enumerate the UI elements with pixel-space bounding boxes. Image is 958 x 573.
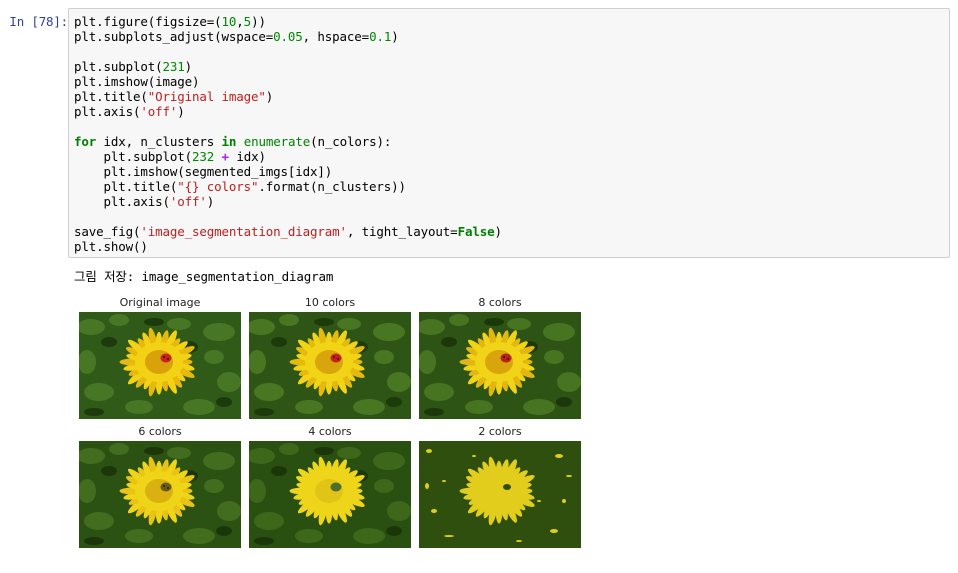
code-token: 10 <box>221 14 237 29</box>
code-editor[interactable]: plt.figure(figsize=(10,5)) plt.subplots_… <box>74 14 502 254</box>
image-6-colors <box>79 441 241 548</box>
image-10-colors <box>249 312 411 419</box>
code-token: ) <box>391 29 399 44</box>
code-token: ) <box>184 59 193 74</box>
code-line: plt.axis('off') <box>74 194 215 209</box>
subplot-title: 10 colors <box>304 296 356 309</box>
subplot-title: 8 colors <box>478 296 522 309</box>
code-token: plt.imshow(segmented_imgs[idx]) <box>74 164 333 179</box>
code-token: ) <box>494 224 502 239</box>
subplot-title: Original image <box>119 296 201 309</box>
code-token: plt.axis( <box>74 194 171 209</box>
code-token: plt.subplot( <box>74 59 163 74</box>
image-original <box>79 312 241 419</box>
code-token: ) <box>177 104 185 119</box>
code-token: 231 <box>162 59 185 74</box>
code-token: plt.figure(figsize=( <box>74 14 222 29</box>
code-line: plt.subplot(231) <box>74 59 192 74</box>
code-token: plt.axis( <box>74 104 141 119</box>
code-line: plt.figure(figsize=(10,5)) <box>74 14 266 29</box>
code-line: plt.subplot(232 + idx) <box>74 149 266 164</box>
code-token: for <box>74 134 97 149</box>
code-token: ) <box>206 194 215 209</box>
image-4-colors <box>249 441 411 548</box>
code-token: "Original image" <box>147 89 266 104</box>
code-token: , tight_layout= <box>346 224 458 239</box>
code-token: 'off' <box>169 194 207 209</box>
code-line: plt.imshow(segmented_imgs[idx]) <box>74 164 333 179</box>
code-line: for idx, n_clusters in enumerate(n_color… <box>74 134 391 149</box>
code-token: plt.title( <box>74 179 178 194</box>
code-token: 'off' <box>140 104 178 119</box>
code-line: plt.title("{} colors".format(n_clusters)… <box>74 179 407 194</box>
code-line: plt.subplots_adjust(wspace=0.05, hspace=… <box>74 29 399 44</box>
code-token: .format(n_clusters)) <box>258 179 406 194</box>
code-token: + <box>221 149 230 164</box>
code-token: plt.title( <box>74 89 148 104</box>
code-line: plt.title("Original image") <box>74 89 273 104</box>
code-cell[interactable]: plt.figure(figsize=(10,5)) plt.subplots_… <box>68 8 950 258</box>
code-token: idx) <box>228 149 266 164</box>
code-token: enumerate <box>243 134 311 149</box>
subplot-title: 4 colors <box>308 425 352 438</box>
code-line: plt.axis('off') <box>74 104 185 119</box>
code-token: 5 <box>243 14 252 29</box>
code-token: idx, n_clusters <box>96 134 222 149</box>
image-2-colors <box>419 441 581 548</box>
input-prompt: In [78]: <box>9 14 68 29</box>
code-token: , hspace= <box>302 29 370 44</box>
subplot-title: 6 colors <box>138 425 182 438</box>
code-token: 232 <box>192 149 215 164</box>
code-token: 'image_segmentation_diagram' <box>140 224 347 239</box>
image-8-colors <box>419 312 581 419</box>
code-token: plt.subplots_adjust(wspace= <box>74 29 274 44</box>
code-token: plt.imshow(image) <box>74 74 200 89</box>
code-token: , <box>236 14 244 29</box>
code-line: save_fig('image_segmentation_diagram', t… <box>74 224 502 239</box>
output-text: 그림 저장: image_segmentation_diagram <box>74 269 334 284</box>
code-line: plt.show() <box>74 239 148 254</box>
code-token: plt.show() <box>74 239 148 254</box>
code-token: ) <box>265 89 274 104</box>
code-token: 0.1 <box>369 29 392 44</box>
code-line: plt.imshow(image) <box>74 74 200 89</box>
code-token: False <box>457 224 495 239</box>
code-token: "{} colors" <box>177 179 259 194</box>
code-token: (n_colors): <box>310 134 392 149</box>
code-token: in <box>221 134 237 149</box>
code-token: plt.subplot( <box>74 149 193 164</box>
code-token: save_fig( <box>74 224 141 239</box>
code-token: 0.05 <box>273 29 303 44</box>
subplot-title: 2 colors <box>478 425 522 438</box>
code-token: )) <box>251 14 266 29</box>
